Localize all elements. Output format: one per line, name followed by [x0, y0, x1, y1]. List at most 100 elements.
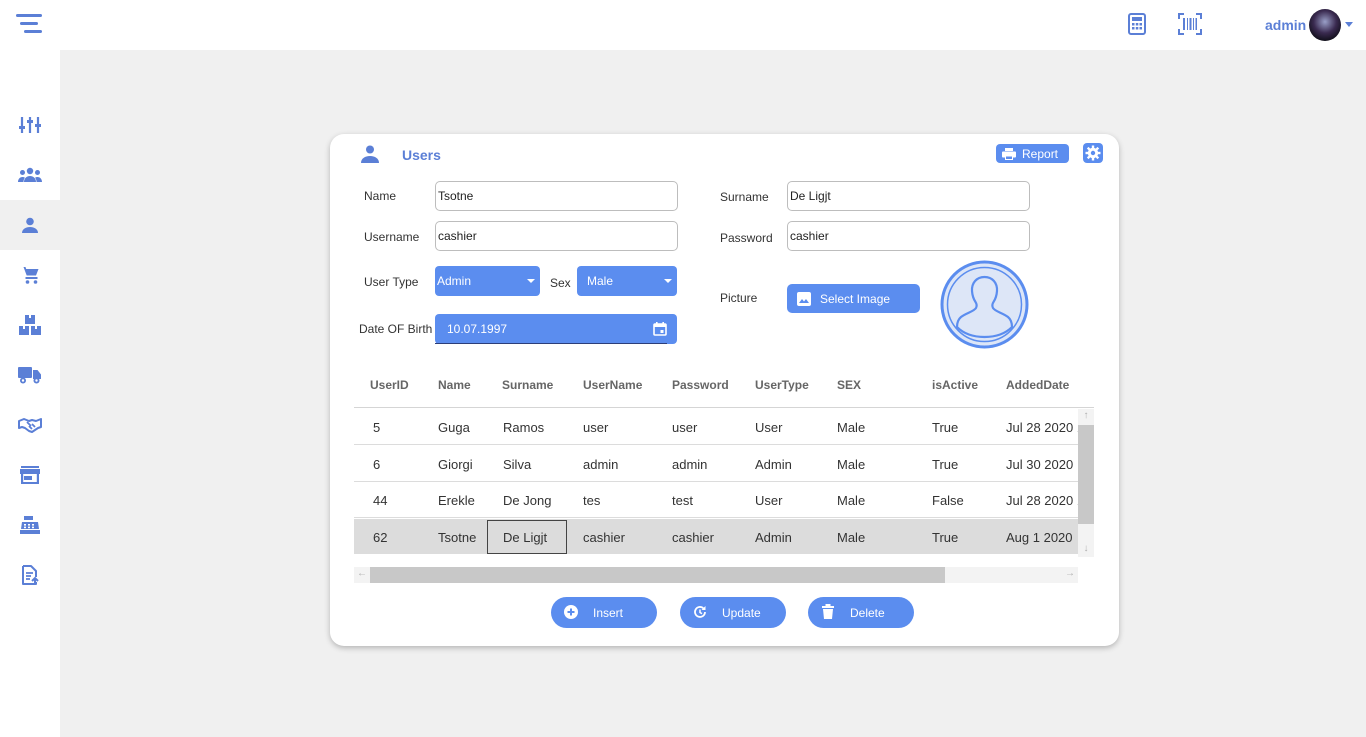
person-icon [360, 145, 380, 168]
table-cell[interactable]: Male [837, 530, 865, 545]
table-header: UserID Name Surname UserName Password Us… [354, 366, 1094, 408]
update-button[interactable]: Update [680, 597, 786, 628]
surname-field[interactable] [787, 181, 1030, 211]
table-row[interactable]: 44 Erekle De Jong tes test User Male False Jul 2… [354, 482, 1078, 518]
table-cell[interactable]: Guga [438, 420, 470, 435]
scroll-right-arrow-icon[interactable]: → [1062, 568, 1078, 579]
table-cell[interactable]: admin [672, 457, 707, 472]
table-cell[interactable]: user [672, 420, 697, 435]
table-cell[interactable]: De Jong [503, 493, 551, 508]
table-cell[interactable]: Erekle [438, 493, 475, 508]
sidebar-item-inventory[interactable] [0, 300, 60, 350]
date-of-birth-label: Date OF Birth [359, 322, 433, 336]
table-cell[interactable]: 62 [373, 530, 387, 545]
current-user-label[interactable]: admin [1265, 17, 1306, 33]
scroll-down-arrow-icon[interactable]: ↓ [1078, 543, 1094, 554]
table-cell[interactable]: User [755, 493, 782, 508]
name-label: Name [364, 189, 397, 203]
vertical-scrollbar[interactable]: ↑ ↓ [1078, 409, 1094, 557]
scroll-left-arrow-icon[interactable]: ← [354, 568, 370, 579]
table-cell[interactable]: Admin [755, 457, 792, 472]
table-cell[interactable]: True [932, 457, 958, 472]
table-row[interactable]: 5 Guga Ramos user user User Male True Jul 28 202… [354, 409, 1078, 445]
table-cell[interactable]: 5 [373, 420, 380, 435]
calculator-icon[interactable] [1128, 13, 1146, 40]
sidebar-item-groups[interactable] [0, 150, 60, 200]
table-cell[interactable]: Giorgi [438, 457, 473, 472]
sidebar-item-reports[interactable] [0, 550, 60, 600]
select-image-button[interactable]: Select Image [787, 284, 920, 313]
table-cell[interactable]: test [672, 493, 693, 508]
add-circle-icon [564, 605, 578, 619]
table-cell[interactable]: user [583, 420, 608, 435]
table-cell[interactable]: Ramos [503, 420, 544, 435]
column-header[interactable]: UserID [370, 378, 409, 392]
hamburger-menu-icon[interactable] [16, 12, 44, 36]
column-header[interactable]: AddedDate [1006, 378, 1069, 392]
trash-icon [822, 604, 834, 619]
scroll-thumb[interactable] [1078, 425, 1094, 524]
table-row[interactable]: 62 Tsotne De Ligjt cashier cashier Admin Male T… [354, 518, 1078, 554]
table-cell[interactable]: Aug 1 2020 [1006, 530, 1073, 545]
column-header[interactable]: SEX [837, 378, 861, 392]
table-cell[interactable]: Jul 28 2020 1 [1006, 420, 1078, 435]
chevron-down-icon [527, 279, 535, 283]
sex-select[interactable]: Male [577, 266, 677, 296]
report-button[interactable]: Report [996, 144, 1069, 163]
table-cell[interactable]: admin [583, 457, 618, 472]
table-cell[interactable]: True [932, 530, 958, 545]
barcode-scanner-icon[interactable] [1178, 13, 1202, 40]
sidebar-item-partners[interactable] [0, 400, 60, 450]
column-header[interactable]: isActive [932, 378, 978, 392]
column-header[interactable]: Surname [502, 378, 553, 392]
column-header[interactable]: UserName [583, 378, 642, 392]
sidebar-item-settings[interactable] [0, 100, 60, 150]
sidebar-item-delivery[interactable] [0, 350, 60, 400]
table-cell[interactable]: tes [583, 493, 600, 508]
chevron-down-icon[interactable] [1345, 22, 1353, 27]
scroll-thumb[interactable] [370, 567, 945, 583]
column-header[interactable]: Name [438, 378, 471, 392]
table-cell[interactable]: Jul 28 2020 1 [1006, 493, 1078, 508]
table-row[interactable]: 6 Giorgi Silva admin admin Admin Male True Jul 3… [354, 446, 1078, 482]
username-label: Username [364, 230, 420, 244]
sidebar-item-cash-register[interactable] [0, 500, 60, 550]
table-cell[interactable]: Tsotne [438, 530, 476, 545]
column-header[interactable]: Password [672, 378, 729, 392]
table-cell[interactable]: cashier [672, 530, 714, 545]
select-image-label: Select Image [820, 291, 891, 306]
column-header[interactable]: UserType [755, 378, 809, 392]
sliders-icon [19, 117, 41, 133]
table-cell[interactable]: Admin [755, 530, 792, 545]
table-cell[interactable]: False [932, 493, 964, 508]
table-cell[interactable]: Male [837, 457, 865, 472]
delete-button[interactable]: Delete [808, 597, 914, 628]
table-cell[interactable]: Male [837, 493, 865, 508]
scroll-up-arrow-icon[interactable]: ↑ [1078, 410, 1094, 421]
sidebar-item-cart[interactable] [0, 250, 60, 300]
date-of-birth-value: 10.07.1997 [447, 322, 508, 336]
table-cell[interactable]: 6 [373, 457, 380, 472]
report-label: Report [1022, 146, 1059, 161]
user-avatar[interactable] [1309, 9, 1341, 41]
insert-button[interactable]: Insert [551, 597, 657, 628]
password-field[interactable] [787, 221, 1030, 251]
table-cell[interactable]: Male [837, 420, 865, 435]
settings-button[interactable] [1083, 143, 1103, 163]
user-type-select[interactable]: Admin [435, 266, 540, 296]
horizontal-scrollbar[interactable]: ← → [354, 567, 1078, 583]
username-field[interactable] [435, 221, 678, 251]
table-cell[interactable]: cashier [583, 530, 625, 545]
table-cell[interactable]: User [755, 420, 782, 435]
delivery-truck-icon [18, 367, 41, 384]
sidebar-item-store[interactable] [0, 450, 60, 500]
sidebar-item-users[interactable] [0, 200, 60, 250]
table-cell[interactable]: True [932, 420, 958, 435]
table-cell[interactable]: Jul 30 2020 [1006, 457, 1073, 472]
table-cell[interactable]: Silva [503, 457, 531, 472]
picture-label: Picture [720, 291, 758, 305]
name-field[interactable] [435, 181, 678, 211]
date-of-birth-picker[interactable]: 10.07.1997 [435, 314, 677, 344]
table-cell[interactable]: 44 [373, 493, 387, 508]
surname-label: Surname [720, 190, 769, 204]
